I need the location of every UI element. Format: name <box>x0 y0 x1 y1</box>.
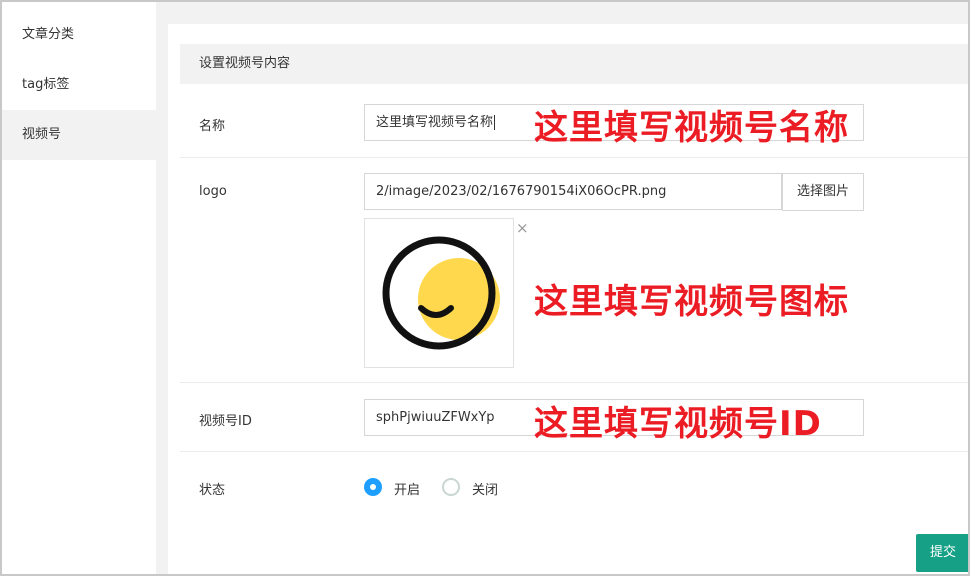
row-divider <box>180 157 970 158</box>
video-id-value: sphPjwiuuZFWxYp <box>376 410 495 425</box>
status-on-label[interactable]: 开启 <box>394 479 420 498</box>
video-id-label: 视频号ID <box>199 414 252 429</box>
status-label: 状态 <box>199 483 226 498</box>
text-cursor <box>494 115 496 130</box>
logo-annotation: 这里填写视频号图标 <box>534 282 849 322</box>
smiley-logo-icon <box>382 236 500 350</box>
status-on-radio[interactable] <box>364 478 382 496</box>
name-input-value: 这里填写视频号名称 <box>376 115 494 130</box>
logo-label: logo <box>199 184 227 199</box>
remove-image-icon[interactable]: × <box>516 220 529 236</box>
logo-preview <box>364 218 514 368</box>
sidebar: 文章分类 tag标签 视频号 <box>2 2 156 574</box>
sidebar-item-article-category[interactable]: 文章分类 <box>2 10 156 60</box>
row-divider <box>180 382 970 383</box>
select-image-button[interactable]: 选择图片 <box>782 173 864 211</box>
form-panel: 设置视频号内容 名称 这里填写视频号名称 logo 2/image/2023/0… <box>168 24 970 576</box>
sidebar-item-video-account[interactable]: 视频号 <box>2 110 156 160</box>
name-annotation: 这里填写视频号名称 <box>534 108 849 148</box>
status-off-radio[interactable] <box>442 478 460 496</box>
id-annotation: 这里填写视频号ID <box>534 404 822 444</box>
sidebar-item-label: 文章分类 <box>22 27 75 42</box>
status-off-label[interactable]: 关闭 <box>472 479 498 498</box>
row-divider <box>180 451 970 452</box>
section-title: 设置视频号内容 <box>180 44 970 84</box>
name-label: 名称 <box>199 119 226 134</box>
sidebar-item-label: 视频号 <box>22 127 62 142</box>
submit-button[interactable]: 提交 <box>916 534 970 572</box>
sidebar-item-tags[interactable]: tag标签 <box>2 60 156 110</box>
sidebar-item-label: tag标签 <box>22 77 70 92</box>
logo-path-value: 2/image/2023/02/1676790154iX06OcPR.png <box>376 184 667 199</box>
logo-path-input[interactable]: 2/image/2023/02/1676790154iX06OcPR.png <box>364 173 782 210</box>
